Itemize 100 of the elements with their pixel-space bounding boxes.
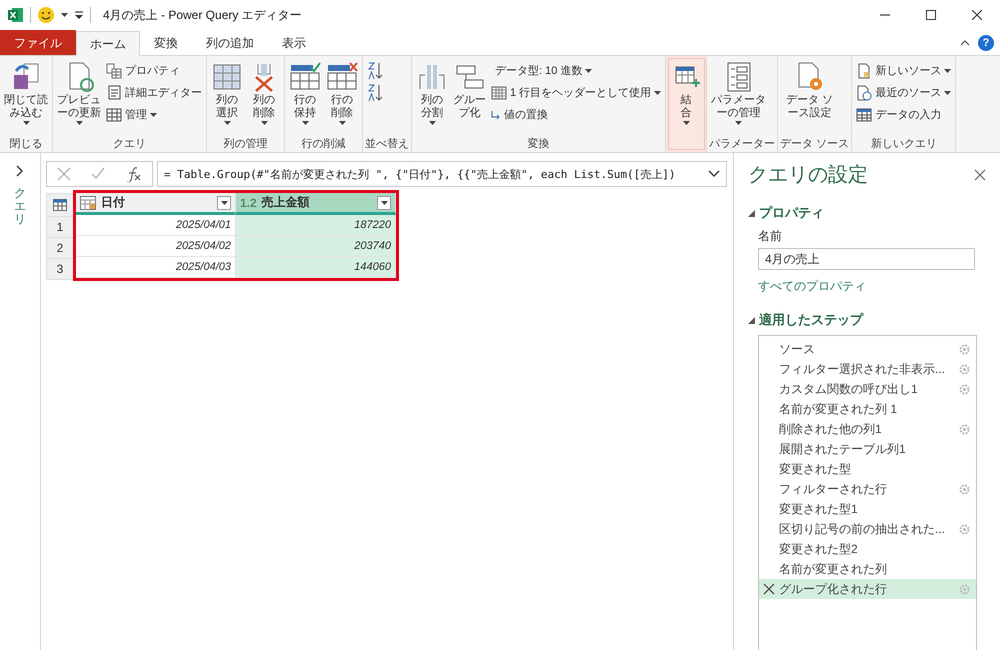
properties-icon — [106, 62, 122, 78]
ribbon-button[interactable]: 行の削除 — [324, 60, 360, 126]
collapse-triangle-icon — [748, 316, 755, 324]
caret-icon — [682, 121, 690, 125]
step-item[interactable]: 名前が変更された列 1 — [759, 399, 976, 419]
table-entry-icon — [856, 106, 872, 122]
caret-icon — [302, 121, 308, 125]
table-cell: 144060 — [236, 257, 396, 278]
table-cell: 2025/04/02 — [76, 236, 236, 257]
caret-icon — [944, 68, 952, 72]
step-item[interactable]: 区切り記号の前の抽出された... — [759, 519, 976, 539]
field-label: 名前 — [758, 228, 783, 245]
ribbon-tab[interactable]: ホーム — [76, 31, 140, 56]
all-properties-link[interactable]: すべてのプロパティ — [758, 278, 1000, 295]
ribbon-button[interactable]: グループ化 — [451, 60, 488, 121]
caret-icon — [76, 121, 82, 125]
filter-button[interactable] — [377, 196, 391, 210]
help-icon[interactable]: ? — [978, 34, 994, 50]
caret-icon — [220, 200, 228, 204]
grid-icon — [106, 106, 122, 122]
queries-pane-label[interactable]: クエリ — [14, 187, 26, 227]
ribbon-button[interactable]: 最近のソース — [854, 82, 954, 103]
caret-icon — [61, 13, 68, 17]
formula-bar[interactable]: = Table.Group(#"名前が変更された列 ", {"日付"}, {{"売上金額", each List.Sum([売上]) — [157, 161, 727, 187]
name-input[interactable]: 4月の売上 — [758, 248, 975, 270]
ribbon-button[interactable]: データ ソース設定 — [780, 60, 840, 121]
calendar-grid-icon — [491, 84, 507, 100]
ribbon-button[interactable]: 詳細エディター — [104, 82, 204, 103]
step-item[interactable]: 名前が変更された列 — [759, 559, 976, 579]
ribbon-button[interactable]: 列の選択 — [209, 60, 245, 126]
step-item[interactable]: 変更された型1 — [759, 499, 976, 519]
pane-title: クエリの設定 — [748, 163, 868, 188]
ribbon-button[interactable]: 列の分割 — [414, 60, 450, 126]
sort-descending-icon — [367, 82, 383, 102]
step-item[interactable]: グループ化された行 — [759, 579, 976, 599]
step-item[interactable]: ソース — [759, 339, 976, 359]
step-item[interactable]: 展開されたテーブル列1 — [759, 439, 976, 459]
expand-caret-icon — [708, 170, 720, 178]
step-item[interactable]: 削除された他の列1 — [759, 419, 976, 439]
caret-icon — [585, 68, 592, 72]
group-label: 行の削減 — [300, 137, 346, 152]
gear-icon — [959, 364, 970, 374]
row-number: 1 — [46, 217, 74, 238]
section-heading[interactable]: 適用したステップ — [759, 311, 863, 329]
ribbon-button[interactable]: 1 行目をヘッダーとして使用 — [489, 82, 664, 103]
group-label: 列の管理 — [222, 137, 268, 152]
step-item[interactable]: フィルター選択された非表示... — [759, 359, 976, 379]
step-item[interactable]: 変更された型 — [759, 459, 976, 479]
section-heading[interactable]: プロパティ — [759, 204, 824, 222]
gear-icon — [959, 384, 970, 394]
step-item[interactable]: フィルターされた行 — [759, 479, 976, 499]
ribbon-button[interactable]: 管理 — [104, 104, 204, 125]
caret-icon — [380, 200, 388, 204]
row-number: 2 — [46, 238, 74, 259]
gear-icon — [959, 424, 970, 434]
ribbon-button[interactable]: パラメーターの管理 — [709, 60, 768, 126]
group-label: 閉じる — [8, 137, 44, 152]
ribbon-button[interactable]: 行の保持 — [287, 60, 323, 126]
delete-step-icon — [763, 583, 775, 595]
sort-button[interactable] — [365, 60, 385, 81]
group-label: 新しいクエリ — [870, 136, 938, 152]
ribbon-button[interactable]: データの入力 — [854, 104, 954, 125]
column-header[interactable]: 日付 — [76, 193, 236, 215]
window-title: 4月の売上 - Power Query エディター — [103, 6, 302, 24]
close-icon — [972, 10, 982, 20]
ribbon-button[interactable]: 新しいソース — [854, 60, 954, 81]
calendar-icon — [80, 196, 96, 210]
ribbon-button[interactable]: 結合 — [668, 60, 704, 126]
filter-button[interactable] — [217, 196, 231, 210]
table-cell: 187220 — [236, 215, 396, 236]
ribbon-button[interactable]: 値の置換 — [489, 104, 664, 125]
caret-icon — [150, 112, 157, 116]
function-icon — [126, 166, 142, 182]
ribbon-button[interactable]: 閉じて読み込む — [2, 60, 50, 126]
new-document-icon — [856, 62, 872, 78]
step-item[interactable]: 変更された型2 — [759, 539, 976, 559]
ribbon-button[interactable]: データ型: 10 進数 — [489, 60, 664, 81]
gear-icon — [959, 484, 970, 494]
column-header[interactable]: 1.2 売上金額 — [236, 193, 396, 215]
caret-icon — [260, 121, 268, 125]
ribbon-button[interactable]: 列の削除 — [246, 60, 282, 126]
caret-icon — [944, 90, 952, 94]
table-cell: 2025/04/01 — [76, 215, 236, 236]
table-menu[interactable] — [46, 193, 76, 217]
ribbon-button[interactable]: プレビューの更新 — [55, 60, 103, 126]
file-tab[interactable]: ファイル — [0, 30, 76, 55]
step-item[interactable]: カスタム関数の呼び出し1 — [759, 379, 976, 399]
expand-chevron-icon — [16, 165, 24, 177]
ribbon-button[interactable]: プロパティ — [104, 60, 204, 81]
group-label: クエリ — [112, 137, 147, 152]
collapse-ribbon-icon — [960, 40, 970, 46]
caret-icon — [428, 121, 436, 125]
collapse-triangle-icon — [748, 210, 755, 216]
table-icon — [53, 199, 69, 211]
caret-icon — [224, 121, 230, 125]
group-label: 変換 — [526, 136, 551, 152]
sort-button[interactable] — [365, 82, 385, 103]
spreadsheet-app-icon — [8, 7, 24, 23]
caret-icon — [338, 121, 346, 125]
smiley-icon — [37, 6, 55, 24]
